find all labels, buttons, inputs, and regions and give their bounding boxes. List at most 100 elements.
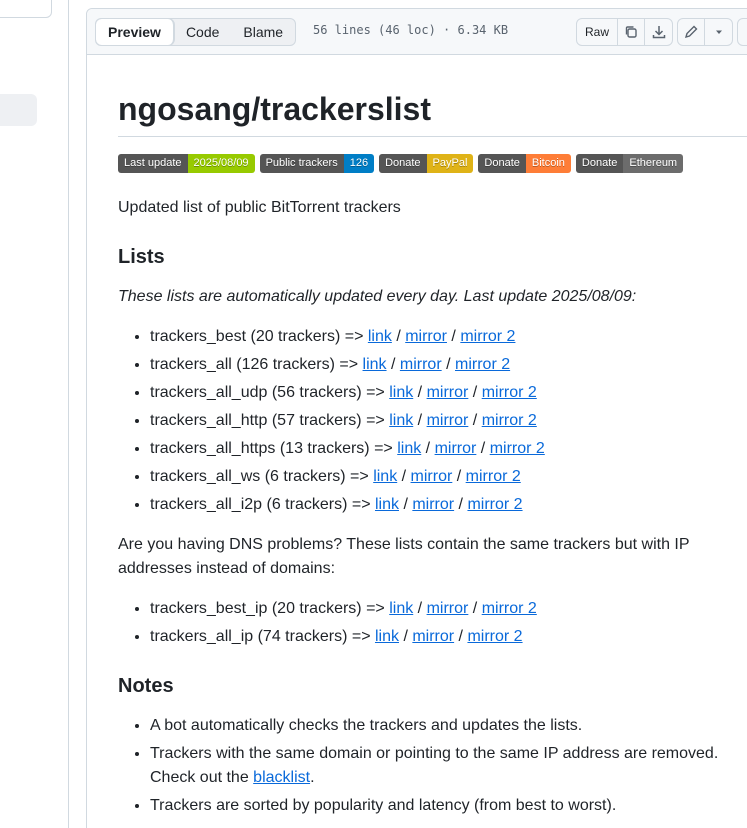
badge-donate-paypal[interactable]: Donate PayPal [379,154,474,173]
tracker-link-mirror[interactable]: mirror [427,600,469,617]
tracker-link-mirror[interactable]: mirror [412,496,454,513]
separator: / [468,412,482,429]
tracker-link-link[interactable]: link [389,384,413,401]
notes-heading: Notes [118,675,174,697]
separator: / [468,384,482,401]
tracker-link-mirror[interactable]: mirror [411,468,453,485]
tracker-link-link[interactable]: link [373,468,397,485]
tracker-link-link[interactable]: link [368,328,392,345]
separator: / [413,412,427,429]
tracker-link-mirror-2[interactable]: mirror 2 [467,628,522,645]
tracker-link-link[interactable]: link [375,628,399,645]
list-item: trackers_all_ws (6 trackers) => link / m… [150,463,545,491]
tab-code[interactable]: Code [174,19,231,45]
badge-value: Bitcoin [525,154,571,173]
tracker-link-mirror[interactable]: mirror [427,384,469,401]
badge-donate-ethereum[interactable]: Donate Ethereum [575,154,684,173]
note-text: Trackers with the same domain or pointin… [150,745,719,786]
list-item: trackers_all (126 trackers) => link / mi… [150,351,545,379]
tracker-link-link[interactable]: link [389,412,413,429]
separator: / [399,496,413,513]
separator: / [454,628,468,645]
list-name: trackers_all_udp (56 trackers) => [150,384,390,401]
file-tree-sidebar [0,0,69,828]
tracker-link-mirror-2[interactable]: mirror 2 [466,468,521,485]
kebab-icon: ⋮ [738,19,747,45]
tracker-link-mirror-2[interactable]: mirror 2 [482,412,537,429]
badge-value: PayPal [426,154,474,173]
separator: / [397,468,411,485]
tracker-link-mirror[interactable]: mirror [435,440,477,457]
github-file-view: Preview Code Blame 56 lines (46 loc) · 6… [0,0,747,828]
edit-button[interactable] [678,19,705,45]
file-search-box[interactable] [0,0,52,18]
notes-list: A bot automatically checks the trackers … [118,714,747,822]
separator: / [446,328,461,345]
file-tree-selected-item[interactable] [0,94,37,126]
raw-button[interactable]: Raw [577,19,619,45]
more-actions-button[interactable]: ⋮ [737,18,747,46]
tracker-link-mirror-2[interactable]: mirror 2 [490,440,545,457]
file-actions: Raw [576,18,674,46]
badge-label: Donate [478,154,526,173]
list-name: trackers_best (20 trackers) => [150,328,368,345]
badge-public-trackers[interactable]: Public trackers 126 [259,154,375,173]
list-item: trackers_best (20 trackers) => link / mi… [150,323,545,351]
copy-button[interactable] [618,19,646,45]
tracker-link-mirror[interactable]: mirror [405,328,447,345]
tracker-link-mirror-2[interactable]: mirror 2 [482,384,537,401]
download-button[interactable] [645,19,672,45]
tab-preview[interactable]: Preview [96,19,174,45]
badge-donate-bitcoin[interactable]: Donate Bitcoin [478,154,571,173]
badge-label: Last update [118,154,188,173]
tracker-link-link[interactable]: link [389,600,413,617]
edit-actions [677,18,733,46]
tracker-link-mirror-2[interactable]: mirror 2 [467,496,522,513]
badge-label: Donate [575,154,624,173]
tracker-lists: trackers_best (20 trackers) => link / mi… [118,323,545,519]
view-mode-switch: Preview Code Blame [95,18,297,46]
tracker-link-mirror-2[interactable]: mirror 2 [460,328,515,345]
blacklist-link[interactable]: blacklist [253,769,310,786]
tracker-link-mirror[interactable]: mirror [400,356,442,373]
tracker-link-link[interactable]: link [375,496,399,513]
edit-dropdown-button[interactable] [705,19,732,45]
separator: / [413,384,427,401]
list-name: trackers_all_http (57 trackers) => [150,412,390,429]
tracker-link-mirror[interactable]: mirror [427,412,469,429]
badge-row: Last update 2025/08/09 Public trackers 126… [118,154,684,173]
tab-blame[interactable]: Blame [231,19,295,45]
note-text-end: . [310,769,315,786]
tracker-link-mirror-2[interactable]: mirror 2 [482,600,537,617]
download-icon [652,26,665,39]
list-item: trackers_all_http (57 trackers) => link … [150,407,545,435]
tracker-link-link[interactable]: link [397,440,421,457]
separator: / [441,356,455,373]
badge-label: Donate [379,154,427,173]
readme-title: ngosang/trackerslist [118,91,431,127]
badge-last-update[interactable]: Last update 2025/08/09 [118,154,255,173]
separator: / [468,600,482,617]
lists-note: These lists are automatically updated ev… [118,288,637,305]
list-name: trackers_best_ip (20 trackers) => [150,600,390,617]
badge-value: 2025/08/09 [187,154,255,173]
separator: / [454,496,468,513]
separator: / [476,440,490,457]
note-item: A bot automatically checks the trackers … [150,714,747,738]
separator: / [386,356,400,373]
note-text: A bot automatically checks the trackers … [150,717,583,734]
intro-text: Updated list of public BitTorrent tracke… [118,199,401,216]
tracker-link-mirror-2[interactable]: mirror 2 [455,356,510,373]
copy-icon [625,26,637,38]
separator: / [399,628,413,645]
separator: / [452,468,466,485]
tracker-link-mirror[interactable]: mirror [412,628,454,645]
badge-value: 126 [343,154,375,173]
list-item: trackers_all_i2p (6 trackers) => link / … [150,491,545,519]
list-item: trackers_all_udp (56 trackers) => link /… [150,379,545,407]
note-text: Trackers are sorted by popularity and la… [150,797,617,814]
list-item: trackers_all_ip (74 trackers) => link / … [150,623,537,651]
tracker-link-link[interactable]: link [363,356,387,373]
note-item: Trackers with the same domain or pointin… [150,742,747,790]
note-item: Trackers are sorted by popularity and la… [150,794,747,818]
